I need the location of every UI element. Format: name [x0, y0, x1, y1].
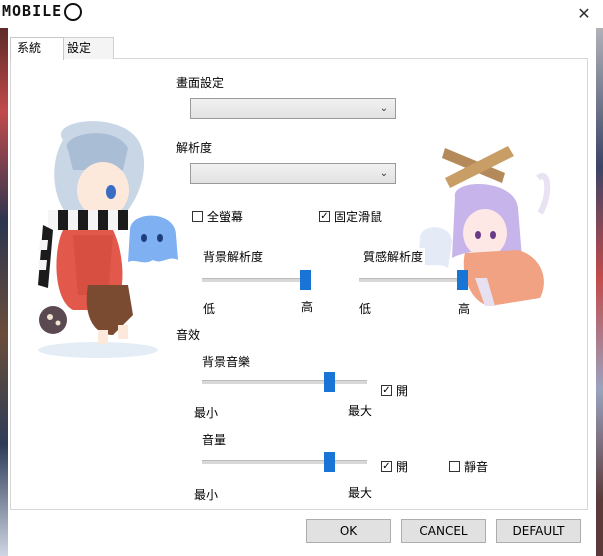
volume-max-label: 最大 — [348, 486, 373, 500]
site-logo: MOBILE — [2, 2, 83, 21]
texture-resolution-label: 質感解析度 — [361, 248, 426, 265]
character-illustration-right — [418, 146, 551, 306]
slider-track — [202, 380, 367, 384]
bgm-max-label: 最大 — [348, 404, 373, 418]
close-icon: ✕ — [577, 4, 591, 23]
slider-thumb[interactable] — [456, 270, 468, 290]
sound-section-label: 音效 — [176, 328, 201, 342]
slider-track — [359, 278, 464, 282]
background-resolution-high: 高 — [301, 300, 314, 314]
mute-label: 靜音 — [464, 460, 489, 474]
ok-button[interactable]: OK — [306, 519, 391, 543]
bgm-min-label: 最小 — [194, 406, 219, 420]
title-bar: MOBILE ✕ — [0, 0, 603, 28]
volume-label: 音量 — [202, 433, 227, 447]
display-settings-label: 畫面設定 — [176, 76, 225, 90]
slider-thumb[interactable] — [324, 452, 336, 472]
slider-track — [202, 460, 367, 464]
bgm-on-checkbox[interactable]: ✓ — [381, 385, 392, 396]
logo-mark-icon — [64, 2, 83, 21]
chevron-down-icon: ⌄ — [379, 168, 389, 179]
cancel-button[interactable]: CANCEL — [401, 519, 486, 543]
resolution-dropdown[interactable]: ⌄ — [190, 163, 396, 184]
tab-system[interactable]: 系統 — [10, 37, 64, 60]
resolution-label: 解析度 — [176, 141, 213, 155]
texture-resolution-low: 低 — [359, 302, 372, 316]
slider-thumb[interactable] — [299, 270, 311, 290]
mute-checkbox[interactable] — [449, 461, 460, 472]
texture-resolution-slider[interactable] — [359, 270, 468, 290]
character-illustration-left — [38, 121, 178, 358]
slider-thumb[interactable] — [324, 372, 336, 392]
window-right-edge — [596, 0, 603, 556]
lock-mouse-checkbox[interactable]: ✓ — [319, 211, 330, 222]
tab-settings[interactable]: 設定 — [60, 37, 114, 59]
volume-on-checkbox[interactable]: ✓ — [381, 461, 392, 472]
bgm-label: 背景音樂 — [202, 355, 251, 369]
volume-min-label: 最小 — [194, 488, 219, 502]
slider-track — [202, 278, 307, 282]
logo-text: MOBILE — [2, 2, 63, 20]
texture-resolution-high: 高 — [458, 302, 471, 316]
close-button[interactable]: ✕ — [574, 4, 594, 24]
background-resolution-slider[interactable] — [202, 270, 311, 290]
background-resolution-low: 低 — [203, 302, 216, 316]
default-button[interactable]: DEFAULT — [496, 519, 581, 543]
window-left-edge — [0, 0, 8, 556]
background-resolution-label: 背景解析度 — [203, 250, 264, 264]
volume-on-label: 開 — [396, 460, 409, 474]
bgm-slider[interactable] — [202, 372, 367, 392]
bgm-on-label: 開 — [396, 384, 409, 398]
chevron-down-icon: ⌄ — [379, 103, 389, 114]
lock-mouse-label: 固定滑鼠 — [334, 210, 383, 224]
fullscreen-label: 全螢幕 — [207, 210, 244, 224]
volume-slider[interactable] — [202, 452, 367, 472]
fullscreen-checkbox[interactable] — [192, 211, 203, 222]
display-settings-dropdown[interactable]: ⌄ — [190, 98, 396, 119]
